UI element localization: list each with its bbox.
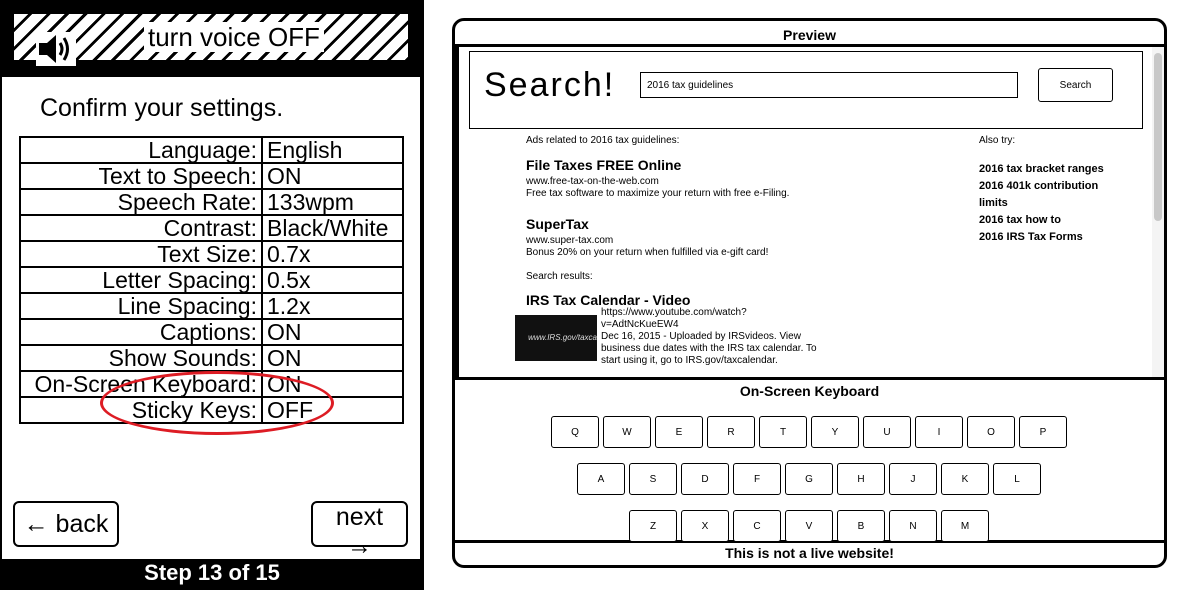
setting-label: Show Sounds:	[19, 344, 263, 372]
setting-label: Letter Spacing:	[19, 266, 263, 294]
disclaimer: This is not a live website!	[725, 545, 894, 561]
key-v[interactable]: V	[785, 510, 833, 542]
key-k[interactable]: K	[941, 463, 989, 495]
key-o[interactable]: O	[967, 416, 1015, 448]
result-url: v=AdtNcKueEW4	[601, 319, 679, 330]
preview-page: Search! Search Ads related to 2016 tax g…	[459, 47, 1152, 377]
setting-label: Speech Rate:	[19, 188, 263, 216]
settings-row: Line Spacing: 1.2x	[19, 292, 404, 320]
search-button[interactable]: Search	[1038, 68, 1113, 102]
settings-row: Contrast: Black/White	[19, 214, 404, 242]
key-y[interactable]: Y	[811, 416, 859, 448]
key-w[interactable]: W	[603, 416, 651, 448]
ad-description: Free tax software to maximize your retur…	[526, 188, 790, 199]
settings-row: Captions: ON	[19, 318, 404, 346]
results-heading: Search results:	[526, 271, 593, 282]
settings-row: Text to Speech: ON	[19, 162, 404, 190]
setting-value: ON	[261, 318, 404, 346]
key-b[interactable]: B	[837, 510, 885, 542]
ad-url: www.free-tax-on-the-web.com	[526, 176, 659, 187]
confirm-content: Confirm your settings. Language: English T…	[2, 77, 420, 560]
preview-header: Preview	[455, 21, 1164, 47]
setting-value: ON	[261, 162, 404, 190]
toggle-voice-button[interactable]: turn voice OFF	[12, 12, 410, 66]
preview-scrollbar[interactable]	[1152, 47, 1164, 377]
key-a[interactable]: A	[577, 463, 625, 495]
ad-url: www.super-tax.com	[526, 235, 614, 246]
keyboard-title: On-Screen Keyboard	[739, 383, 880, 399]
setting-value: 0.5x	[261, 266, 404, 294]
also-try-link[interactable]: 2016 tax bracket ranges	[979, 161, 1104, 178]
key-p[interactable]: P	[1019, 416, 1067, 448]
also-try-list: 2016 tax bracket ranges 2016 401k contri…	[979, 161, 1104, 246]
key-j[interactable]: J	[889, 463, 937, 495]
also-try-heading: Also try:	[979, 135, 1016, 146]
also-try-link[interactable]: limits	[979, 195, 1104, 212]
highlight-ring	[100, 371, 334, 435]
settings-row: Text Size: 0.7x	[19, 240, 404, 268]
also-try-link[interactable]: 2016 401k contribution	[979, 178, 1104, 195]
setting-label: Text to Speech:	[19, 162, 263, 190]
preview-window: Preview Search! Search Ads related to 20…	[452, 18, 1167, 568]
key-q[interactable]: Q	[551, 416, 599, 448]
key-e[interactable]: E	[655, 416, 703, 448]
key-u[interactable]: U	[863, 416, 911, 448]
key-f[interactable]: F	[733, 463, 781, 495]
settings-panel: turn voice OFF Confirm your settings. La…	[0, 0, 424, 590]
key-x[interactable]: X	[681, 510, 729, 542]
key-r[interactable]: R	[707, 416, 755, 448]
also-try-link[interactable]: 2016 tax how to	[979, 212, 1104, 229]
ad-title-link[interactable]: File Taxes FREE Online	[526, 157, 681, 173]
result-url: https://www.youtube.com/watch?	[601, 307, 747, 318]
key-i[interactable]: I	[915, 416, 963, 448]
result-description: business due dates with the IRS tax cale…	[601, 343, 817, 354]
key-c[interactable]: C	[733, 510, 781, 542]
settings-row: Letter Spacing: 0.5x	[19, 266, 404, 294]
ad-title-link[interactable]: SuperTax	[526, 216, 589, 232]
setting-value: ON	[261, 344, 404, 372]
key-t[interactable]: T	[759, 416, 807, 448]
setting-label: Contrast:	[19, 214, 263, 242]
also-try-link[interactable]: 2016 IRS Tax Forms	[979, 229, 1104, 246]
search-logo: Search!	[484, 66, 616, 104]
video-thumbnail[interactable]: www.IRS.gov/taxca	[515, 315, 597, 361]
setting-value: 0.7x	[261, 240, 404, 268]
setting-label: Line Spacing:	[19, 292, 263, 320]
setting-label: Language:	[19, 136, 263, 164]
result-title-link[interactable]: IRS Tax Calendar - Video	[526, 292, 690, 308]
speaker-icon	[36, 32, 76, 66]
step-indicator: Step 13 of 15	[144, 560, 280, 585]
setting-value: English	[261, 136, 404, 164]
preview-area: Search! Search Ads related to 2016 tax g…	[455, 47, 1164, 377]
settings-row: Show Sounds: ON	[19, 344, 404, 372]
setting-label: Captions:	[19, 318, 263, 346]
settings-row: Speech Rate: 133wpm	[19, 188, 404, 216]
key-h[interactable]: H	[837, 463, 885, 495]
scrollbar-thumb[interactable]	[1154, 53, 1162, 221]
key-m[interactable]: M	[941, 510, 989, 542]
key-g[interactable]: G	[785, 463, 833, 495]
setting-label: Text Size:	[19, 240, 263, 268]
toggle-voice-label: turn voice OFF	[144, 22, 324, 52]
result-description: start using it, go to IRS.gov/taxcalenda…	[601, 355, 778, 366]
page-title: Confirm your settings.	[40, 94, 284, 122]
key-s[interactable]: S	[629, 463, 677, 495]
key-d[interactable]: D	[681, 463, 729, 495]
result-description: Dec 16, 2015 - Uploaded by IRSvideos. Vi…	[601, 331, 801, 342]
ad-description: Bonus 20% on your return when fulfilled …	[526, 247, 769, 258]
back-button[interactable]: ← back	[13, 501, 119, 547]
setting-value: 133wpm	[261, 188, 404, 216]
key-n[interactable]: N	[889, 510, 937, 542]
next-button[interactable]: next →	[311, 501, 408, 560]
setting-value: 1.2x	[261, 292, 404, 320]
search-input[interactable]	[640, 72, 1018, 98]
settings-row: Language: English	[19, 136, 404, 164]
on-screen-keyboard: On-Screen Keyboard QWERTYUIOP ASDFGHJKL ZX…	[455, 377, 1164, 543]
ads-heading: Ads related to 2016 tax guidelines:	[526, 135, 680, 146]
setting-value: Black/White	[261, 214, 404, 242]
key-z[interactable]: Z	[629, 510, 677, 542]
search-header: Search! Search	[469, 51, 1143, 129]
key-l[interactable]: L	[993, 463, 1041, 495]
